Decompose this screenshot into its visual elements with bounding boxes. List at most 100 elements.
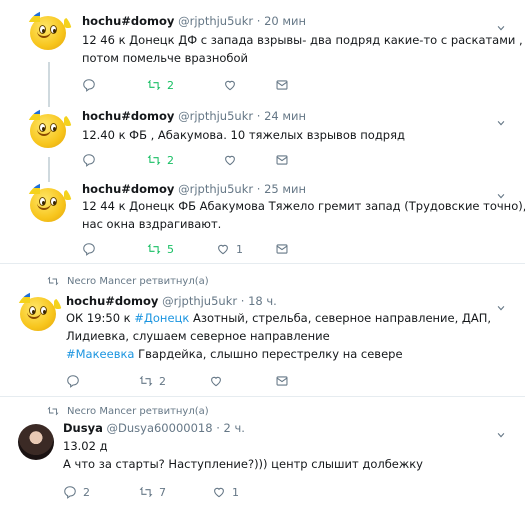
reply-button[interactable] (82, 77, 102, 93)
like-button[interactable] (209, 373, 229, 389)
retweet-count: 7 (159, 485, 166, 499)
timestamp[interactable]: 24 мин (264, 109, 306, 123)
tweet-text-line: #Макеевка Гвардейка, слышно перестрелку … (66, 345, 491, 363)
tweet-actions: 2 (66, 373, 446, 389)
chevron-down-icon[interactable] (496, 186, 506, 196)
chevron-down-icon[interactable] (496, 425, 506, 435)
reply-icon (82, 78, 96, 92)
reply-button[interactable] (66, 373, 86, 389)
retweet-button[interactable]: 5 (147, 241, 174, 257)
hashtag-link[interactable]: #Донецк (134, 311, 189, 325)
like-button[interactable] (223, 77, 243, 93)
tweet-text-line: 12 44 к Донецк ФБ Абакумова Тяжело греми… (82, 199, 525, 213)
direct-message-button[interactable] (275, 152, 289, 168)
reply-button[interactable] (82, 241, 102, 257)
text-segment: ОК 19:50 к (66, 311, 135, 325)
tweet-text-line: 12 46 к Донецк ДФ с запада взрывы- два п… (82, 33, 525, 47)
author-handle[interactable]: @rjpthju5ukr (178, 182, 253, 196)
retweet-count: 2 (167, 153, 174, 167)
retweet-icon (147, 78, 161, 92)
tweet-5[interactable]: Necro Mancer ретвитнул(а) Dusya @Dusya60… (0, 397, 525, 510)
smiley-avatar-image (16, 291, 62, 337)
retweet-icon (47, 275, 59, 287)
hashtag-link[interactable]: #Макеевка (66, 347, 134, 361)
profile-photo (18, 424, 54, 460)
timestamp[interactable]: 20 мин (264, 14, 306, 28)
smiley-avatar-image (26, 108, 72, 154)
like-button[interactable]: 1 (212, 484, 239, 500)
chevron-down-icon[interactable] (496, 298, 506, 308)
author-handle[interactable]: @rjpthju5ukr (178, 14, 253, 28)
tweet-header: hochu#domoy @rjpthju5ukr · 20 мин (82, 14, 306, 28)
author-name[interactable]: hochu#domoy (66, 294, 158, 308)
reply-icon (63, 485, 77, 499)
avatar[interactable] (26, 108, 72, 154)
author-handle[interactable]: @rjpthju5ukr (178, 109, 253, 123)
like-count: 1 (236, 242, 243, 256)
chevron-down-icon[interactable] (496, 113, 506, 123)
retweeted-by-label[interactable]: Necro Mancer ретвитнул(а) (67, 406, 209, 417)
avatar[interactable] (16, 291, 62, 337)
author-handle[interactable]: @rjpthju5ukr (162, 294, 237, 308)
retweeted-by-label[interactable]: Necro Mancer ретвитнул(а) (67, 276, 209, 287)
reply-icon (82, 153, 96, 167)
tweet-actions: 2 7 1 (63, 484, 443, 500)
tweet-text: 12.40 к ФБ , Абакумова. 10 тяжелых взрыв… (82, 126, 405, 144)
like-count: 1 (232, 485, 239, 499)
tweet-text-line: ОК 19:50 к #Донецк Азотный, стрельба, се… (66, 309, 491, 327)
tweet-1[interactable]: hochu#domoy @rjpthju5ukr · 20 мин 12 46 … (0, 0, 525, 107)
retweeted-by: Necro Mancer ретвитнул(а) (47, 275, 209, 287)
timestamp[interactable]: 2 ч. (224, 421, 245, 435)
retweet-count: 5 (167, 242, 174, 256)
separator-dot: · (256, 182, 261, 196)
timestamp[interactable]: 18 ч. (248, 294, 277, 308)
reply-button[interactable]: 2 (63, 484, 90, 500)
like-button[interactable] (223, 152, 243, 168)
avatar[interactable] (26, 182, 72, 228)
reply-button[interactable] (82, 152, 102, 168)
retweet-button[interactable]: 2 (139, 373, 166, 389)
retweet-button[interactable]: 2 (147, 152, 174, 168)
retweet-button[interactable]: 2 (147, 77, 174, 93)
text-segment: Азотный, стрельба, северное направление,… (189, 311, 492, 325)
tweet-text-line: А что за старты? Наступление?))) центр с… (63, 457, 423, 471)
tweet-3[interactable]: hochu#domoy @rjpthju5ukr · 25 мин 12 44 … (0, 172, 525, 262)
reply-icon (66, 374, 80, 388)
tweet-text: 12 46 к Донецк ДФ с запада взрывы- два п… (82, 31, 525, 67)
tweet-header: hochu#domoy @rjpthju5ukr · 24 мин (82, 109, 306, 123)
author-handle[interactable]: @Dusya60000018 (107, 421, 213, 435)
direct-message-button[interactable] (275, 77, 289, 93)
retweet-icon (147, 242, 161, 256)
author-name[interactable]: Dusya (63, 421, 103, 435)
author-name[interactable]: hochu#domoy (82, 182, 174, 196)
tweet-text-line: потом помельче вразнобой (82, 51, 248, 65)
reply-icon (82, 242, 96, 256)
like-button[interactable]: 1 (216, 241, 243, 257)
heart-icon (212, 485, 226, 499)
separator-dot: · (256, 109, 261, 123)
tweet-actions: 2 (82, 77, 462, 93)
avatar[interactable] (18, 424, 54, 460)
author-name[interactable]: hochu#domoy (82, 109, 174, 123)
author-name[interactable]: hochu#domoy (82, 14, 174, 28)
separator-dot: · (240, 294, 245, 308)
separator-dot: · (216, 421, 220, 435)
direct-message-button[interactable] (275, 373, 289, 389)
chevron-down-icon[interactable] (496, 18, 506, 28)
direct-message-button[interactable] (275, 241, 289, 257)
retweet-count: 2 (167, 78, 174, 92)
tweet-text: ОК 19:50 к #Донецк Азотный, стрельба, се… (66, 309, 491, 363)
tweet-header: hochu#domoy @rjpthju5ukr · 18 ч. (66, 294, 277, 308)
retweeted-by: Necro Mancer ретвитнул(а) (47, 405, 209, 417)
timestamp[interactable]: 25 мин (264, 182, 306, 196)
avatar[interactable] (26, 10, 72, 56)
retweet-button[interactable]: 7 (139, 484, 166, 500)
retweet-icon (147, 153, 161, 167)
tweet-2[interactable]: hochu#domoy @rjpthju5ukr · 24 мин 12.40 … (0, 95, 525, 182)
tweet-4[interactable]: Necro Mancer ретвитнул(а) hochu#domoy @r… (0, 264, 525, 395)
envelope-icon (275, 242, 289, 256)
reply-count: 2 (83, 485, 90, 499)
tweet-actions: 2 (82, 152, 462, 168)
heart-icon (209, 374, 223, 388)
smiley-avatar-image (26, 10, 72, 56)
